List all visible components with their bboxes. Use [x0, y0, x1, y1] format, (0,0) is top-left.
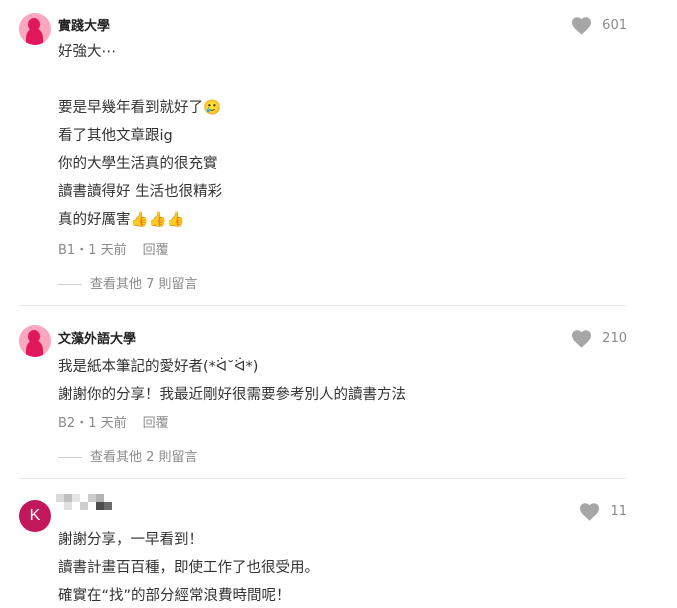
comment-text-line: 好強大⋯ — [58, 44, 116, 60]
divider — [19, 305, 626, 306]
pixel-block — [88, 494, 96, 502]
like-count: 11 — [610, 503, 627, 519]
pixel-block — [104, 502, 112, 510]
like-count: 601 — [602, 17, 627, 33]
comment-text-line: 我是紙本筆記的愛好者(*ᐛ˘ᐛ*) — [58, 359, 259, 375]
floor-time: B1・1 天前 — [58, 243, 127, 258]
view-more-replies-label: 查看其他 7 則留言 — [90, 277, 198, 292]
comment-meta: B2・1 天前 回覆 — [58, 412, 169, 431]
like-button[interactable]: 11 — [579, 500, 627, 522]
heart-icon — [572, 329, 592, 348]
blurred-author-name — [56, 494, 116, 510]
like-button[interactable]: 601 — [571, 14, 627, 36]
pixel-block — [80, 502, 88, 510]
comment-author[interactable]: 實踐大學 — [58, 15, 110, 34]
reply-button[interactable]: 回覆 — [143, 416, 169, 431]
comment-text-line: 真的好厲害👍👍👍 — [58, 212, 185, 228]
like-button[interactable]: 210 — [571, 327, 627, 349]
reply-button[interactable]: 回覆 — [143, 243, 169, 258]
avatar[interactable]: K — [19, 500, 51, 532]
avatar[interactable] — [19, 13, 51, 45]
dash-line — [58, 284, 82, 285]
comment-text-line: 你的大學生活真的很充實 — [58, 156, 218, 172]
pixel-block — [96, 494, 104, 502]
floor-time: B2・1 天前 — [58, 416, 127, 431]
pixel-block — [72, 494, 80, 502]
comment-text-line: 要是早幾年看到就好了🥲 — [58, 100, 222, 116]
like-count: 210 — [602, 330, 627, 346]
view-more-replies[interactable]: 查看其他 7 則留言 — [58, 273, 198, 292]
comment-text-line: 確實在“找”的部分經常浪費時間呢！ — [58, 588, 291, 604]
comment-meta: B1・1 天前 回覆 — [58, 239, 169, 258]
heart-icon — [580, 502, 600, 521]
dash-line — [58, 457, 82, 458]
avatar-body-shape — [26, 340, 43, 357]
pixel-block — [64, 494, 72, 502]
pixel-block — [96, 502, 104, 510]
comment-text-line: 謝謝分享，一早看到！ — [58, 532, 203, 548]
avatar[interactable] — [19, 325, 51, 357]
heart-icon — [572, 16, 592, 35]
avatar-body-shape — [26, 28, 43, 45]
comment-text-line: 看了其他文章跟ig — [58, 128, 173, 144]
comment-text-line: 讀書讀得好 生活也很精彩 — [58, 184, 223, 200]
pixel-block — [64, 502, 72, 510]
divider — [19, 478, 626, 479]
comment-text-line: 謝謝你的分享！我最近剛好很需要參考別人的讀書方法 — [58, 387, 406, 403]
pixel-block — [56, 494, 64, 502]
comment-author[interactable]: 文藻外語大學 — [58, 328, 136, 347]
comment-text-line: 讀書計畫百百種，即使工作了也很受用。 — [58, 560, 319, 576]
view-more-replies[interactable]: 查看其他 2 則留言 — [58, 446, 198, 465]
view-more-replies-label: 查看其他 2 則留言 — [90, 450, 198, 465]
